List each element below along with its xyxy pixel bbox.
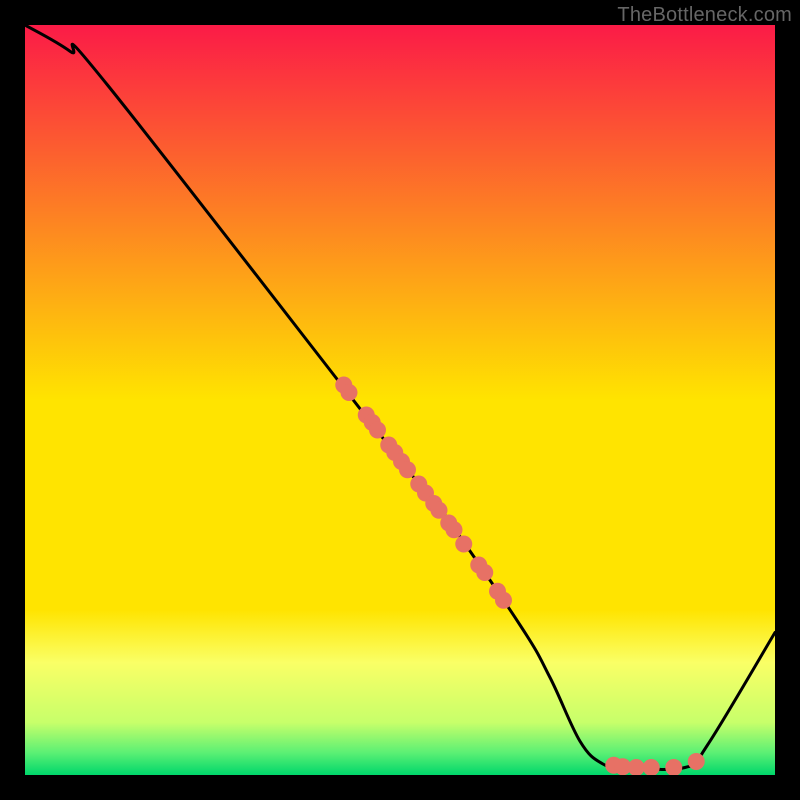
data-point: [495, 592, 512, 609]
data-point: [455, 536, 472, 553]
chart-svg: [25, 25, 775, 775]
data-point: [688, 753, 705, 770]
plot-area: [25, 25, 775, 775]
data-point: [476, 564, 493, 581]
attribution-label: TheBottleneck.com: [617, 4, 792, 27]
data-point: [446, 521, 463, 538]
data-point: [399, 461, 416, 478]
data-point: [341, 384, 358, 401]
data-point: [369, 422, 386, 439]
chart-stage: TheBottleneck.com: [0, 0, 800, 800]
gradient-background: [25, 25, 775, 775]
